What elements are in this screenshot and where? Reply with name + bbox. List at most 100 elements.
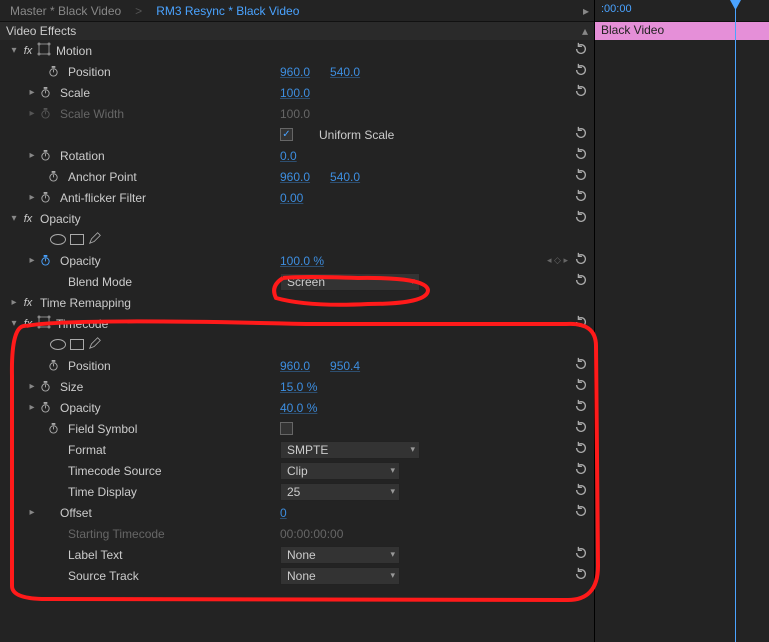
timeline-panel: :00:00 Black Video bbox=[595, 0, 769, 642]
chevron-down-icon: ▾ bbox=[410, 276, 415, 287]
stopwatch-icon-active[interactable] bbox=[38, 254, 52, 268]
chevron-right-icon[interactable]: ▸ bbox=[26, 402, 38, 413]
timeline-clip[interactable]: Black Video bbox=[595, 22, 769, 40]
reset-icon[interactable] bbox=[574, 504, 588, 521]
stopwatch-icon[interactable] bbox=[46, 170, 60, 184]
prop-label: Opacity bbox=[56, 254, 101, 268]
effect-name: Time Remapping bbox=[36, 296, 131, 310]
mask-pen-icon[interactable] bbox=[88, 336, 102, 353]
chevron-down-icon[interactable]: ▾ bbox=[8, 318, 20, 329]
mask-pen-icon[interactable] bbox=[88, 231, 102, 248]
effect-timeremap-header[interactable]: ▸ fx Time Remapping bbox=[0, 292, 594, 313]
playhead[interactable] bbox=[735, 0, 736, 642]
value[interactable]: 0 bbox=[280, 506, 287, 520]
value-x[interactable]: 960.0 bbox=[280, 359, 310, 373]
stopwatch-icon[interactable] bbox=[38, 191, 52, 205]
effect-timecode-header[interactable]: ▾ fx Timecode bbox=[0, 313, 594, 334]
value-y[interactable]: 540.0 bbox=[330, 65, 360, 79]
timeline-ruler[interactable]: :00:00 bbox=[595, 0, 769, 22]
reset-icon[interactable] bbox=[574, 168, 588, 185]
reset-icon[interactable] bbox=[574, 126, 588, 143]
chevron-right-icon[interactable]: ▸ bbox=[26, 87, 38, 98]
collapse-icon[interactable]: ▴ bbox=[582, 24, 588, 38]
prop-label: Source Track bbox=[64, 569, 139, 583]
reset-icon[interactable] bbox=[574, 483, 588, 500]
prop-tc-display: Time Display 25▾ bbox=[0, 481, 594, 502]
prop-label: Rotation bbox=[56, 149, 105, 163]
playhead-sync-icon[interactable]: ▸ bbox=[578, 4, 594, 18]
value[interactable]: 0.00 bbox=[280, 191, 303, 205]
value-x[interactable]: 960.0 bbox=[280, 65, 310, 79]
reset-icon[interactable] bbox=[574, 273, 588, 290]
mask-rect-icon[interactable] bbox=[70, 339, 84, 350]
reset-icon[interactable] bbox=[574, 441, 588, 458]
stopwatch-icon[interactable] bbox=[46, 422, 60, 436]
stopwatch-icon[interactable] bbox=[38, 149, 52, 163]
stopwatch-icon[interactable] bbox=[38, 380, 52, 394]
reset-icon[interactable] bbox=[574, 42, 588, 59]
chevron-down-icon: ▾ bbox=[390, 549, 395, 560]
value[interactable]: 40.0 % bbox=[280, 401, 317, 415]
effect-motion-header[interactable]: ▾ fx Motion bbox=[0, 40, 594, 61]
reset-icon[interactable] bbox=[574, 252, 588, 269]
stopwatch-icon[interactable] bbox=[46, 359, 60, 373]
reset-icon[interactable] bbox=[574, 567, 588, 584]
prop-label: Starting Timecode bbox=[64, 527, 165, 541]
tab-master[interactable]: Master * Black Video bbox=[0, 0, 131, 21]
value-y[interactable]: 950.4 bbox=[330, 359, 360, 373]
source-track-select[interactable]: None▾ bbox=[280, 567, 400, 585]
chevron-right-icon[interactable]: ▸ bbox=[26, 192, 38, 203]
chevron-right-icon[interactable]: ▸ bbox=[26, 507, 38, 518]
value-y[interactable]: 540.0 bbox=[330, 170, 360, 184]
time-display-select[interactable]: 25▾ bbox=[280, 483, 400, 501]
prop-antiflicker: ▸ Anti-flicker Filter 0.00 bbox=[0, 187, 594, 208]
chevron-right-icon[interactable]: ▸ bbox=[26, 381, 38, 392]
mask-tools bbox=[0, 229, 594, 250]
fx-badge[interactable]: fx bbox=[20, 45, 36, 57]
reset-icon[interactable] bbox=[574, 210, 588, 227]
fx-badge[interactable]: fx bbox=[20, 297, 36, 309]
chevron-down-icon[interactable]: ▾ bbox=[8, 45, 20, 56]
stopwatch-icon[interactable] bbox=[38, 401, 52, 415]
reset-icon[interactable] bbox=[574, 378, 588, 395]
timecode-source-select[interactable]: Clip▾ bbox=[280, 462, 400, 480]
reset-icon[interactable] bbox=[574, 462, 588, 479]
checkbox-uniform-scale[interactable] bbox=[280, 128, 293, 141]
value-x[interactable]: 960.0 bbox=[280, 170, 310, 184]
effect-opacity-header[interactable]: ▾ fx Opacity bbox=[0, 208, 594, 229]
chevron-right-icon[interactable]: ▸ bbox=[8, 297, 20, 308]
value[interactable]: 15.0 % bbox=[280, 380, 317, 394]
blend-mode-select[interactable]: Screen▾ bbox=[280, 273, 420, 291]
prop-rotation: ▸ Rotation 0.0 bbox=[0, 145, 594, 166]
fx-badge[interactable]: fx bbox=[20, 318, 36, 330]
fx-badge[interactable]: fx bbox=[20, 213, 36, 225]
reset-icon[interactable] bbox=[574, 189, 588, 206]
reset-icon[interactable] bbox=[574, 357, 588, 374]
tab-clip[interactable]: RM3 Resync * Black Video bbox=[146, 0, 309, 21]
value[interactable]: 100.0 bbox=[280, 86, 310, 100]
chevron-right-icon[interactable]: ▸ bbox=[26, 150, 38, 161]
mask-ellipse-icon[interactable] bbox=[50, 339, 66, 350]
checkbox-field-symbol[interactable] bbox=[280, 422, 293, 435]
reset-icon[interactable] bbox=[574, 420, 588, 437]
reset-icon[interactable] bbox=[574, 84, 588, 101]
reset-icon[interactable] bbox=[574, 546, 588, 563]
select-value: SMPTE bbox=[287, 443, 328, 457]
chevron-right-icon[interactable]: ▸ bbox=[26, 255, 38, 266]
stopwatch-icon[interactable] bbox=[38, 86, 52, 100]
stopwatch-icon[interactable] bbox=[46, 65, 60, 79]
keyframe-nav[interactable]: ◂ ◇ ▸ bbox=[547, 255, 568, 266]
format-select[interactable]: SMPTE▾ bbox=[280, 441, 420, 459]
mask-rect-icon[interactable] bbox=[70, 234, 84, 245]
reset-icon[interactable] bbox=[574, 63, 588, 80]
reset-icon[interactable] bbox=[574, 315, 588, 332]
reset-icon[interactable] bbox=[574, 147, 588, 164]
video-effects-header[interactable]: Video Effects ▴ bbox=[0, 22, 594, 40]
chevron-down-icon[interactable]: ▾ bbox=[8, 213, 20, 224]
value[interactable]: 100.0 % bbox=[280, 254, 324, 268]
value[interactable]: 0.0 bbox=[280, 149, 297, 163]
mask-ellipse-icon[interactable] bbox=[50, 234, 66, 245]
label-text-select[interactable]: None▾ bbox=[280, 546, 400, 564]
reset-icon[interactable] bbox=[574, 399, 588, 416]
checkbox-label: Uniform Scale bbox=[319, 128, 394, 142]
